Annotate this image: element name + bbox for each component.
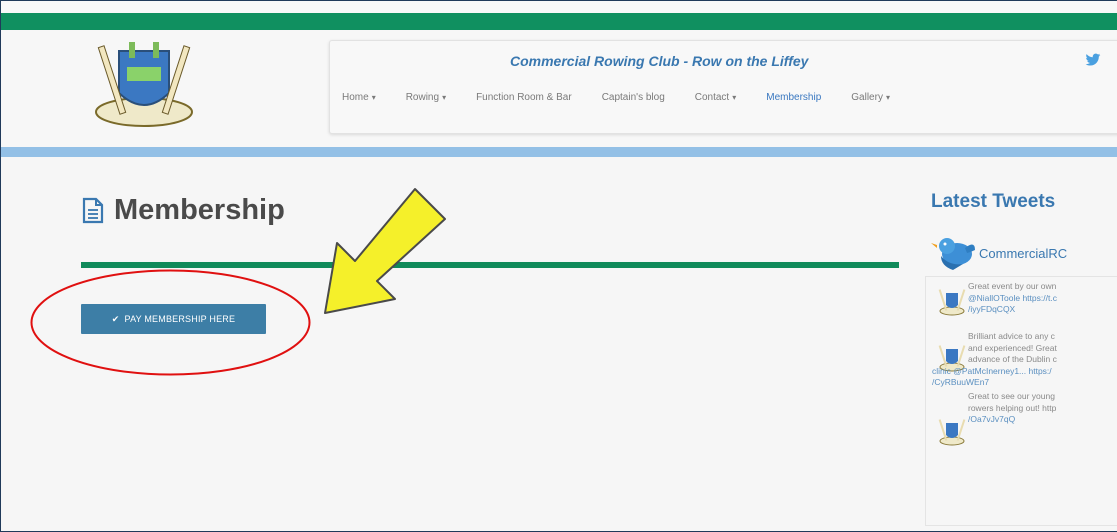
latest-tweets-title: Latest Tweets — [931, 191, 1056, 212]
blue-divider-bar — [1, 147, 1117, 157]
main-nav: Home ▾ Rowing ▾ Function Room & Bar Captain's… — [342, 92, 920, 103]
tweet-list: Great event by our own @NiallOToole https… — [925, 276, 1117, 526]
nav-item-label: Rowing — [405, 92, 440, 103]
annotation-yellow-arrow — [324, 188, 446, 314]
caret-down-icon: ▾ — [732, 93, 737, 102]
caret-down-icon: ▾ — [442, 93, 447, 102]
document-icon — [82, 197, 104, 224]
tweet-text-line: clinic @PatMcInerney1... https:/ — [932, 365, 1052, 376]
tweet-text-line: advance of the Dublin c — [968, 354, 1057, 364]
nav-item-contact[interactable]: Contact ▾ — [695, 92, 736, 103]
page-heading: Membership — [81, 194, 285, 227]
twitter-handle-row[interactable]: CommercialRC — [931, 236, 1067, 270]
tweet-text-line: rowers helping out! http — [968, 402, 1057, 413]
tweet-text-line: /iyyFDqCQX — [968, 304, 1016, 314]
top-green-bar — [1, 13, 1117, 30]
nav-item-rowing[interactable]: Rowing ▾ — [406, 92, 446, 103]
page-title: Membership — [114, 194, 285, 226]
tweet-text-line: Great to see our young — [968, 391, 1055, 401]
browser-frame: Commercial Rowing Club - Row on the Liff… — [0, 0, 1117, 532]
nav-item-label: Home — [342, 92, 369, 103]
caret-down-icon: ▾ — [885, 93, 890, 102]
twitter-icon[interactable] — [1085, 53, 1101, 70]
nav-item-label: Gallery — [851, 92, 883, 103]
nav-item-function-room-bar[interactable]: Function Room & Bar — [476, 92, 572, 103]
nav-item-home[interactable]: Home ▾ — [342, 92, 376, 103]
twitter-handle[interactable]: CommercialRC — [979, 246, 1067, 261]
tweet-avatar[interactable] — [938, 417, 966, 447]
annotation-red-oval — [30, 269, 311, 376]
nav-item-label: Function Room & Bar — [476, 92, 572, 103]
nav-item-label: Captain's blog — [601, 92, 665, 103]
nav-item-label: Membership — [766, 92, 822, 103]
nav-item-captain-s-blog[interactable]: Captain's blog — [602, 92, 665, 103]
tweet-text-line: Great event by our own — [968, 281, 1057, 291]
latest-tweets-widget: Latest Tweets — [931, 191, 1117, 213]
tweet-text-line: Brilliant advice to any c — [968, 331, 1055, 341]
tweet-text-line: and experienced! Great — [968, 342, 1057, 353]
caret-down-icon: ▾ — [371, 93, 376, 102]
club-crest-logo[interactable] — [89, 37, 199, 135]
nav-item-gallery[interactable]: Gallery ▾ — [851, 92, 890, 103]
tweet-text-line: /Oa7vJv7qQ — [968, 414, 1016, 424]
nav-item-label: Contact — [694, 92, 730, 103]
nav-panel: Commercial Rowing Club - Row on the Liff… — [329, 40, 1117, 134]
tweet-text-line: @NiallOToole https://t.c — [968, 292, 1057, 303]
club-title[interactable]: Commercial Rowing Club - Row on the Liff… — [510, 53, 808, 69]
nav-item-membership[interactable]: Membership — [766, 92, 821, 103]
tweet-avatar[interactable] — [938, 287, 966, 317]
top-stripe — [1, 1, 1117, 13]
twitter-bird-icon — [931, 238, 975, 270]
tweet-text-line: /CyRBuuWEn7 — [932, 377, 990, 387]
